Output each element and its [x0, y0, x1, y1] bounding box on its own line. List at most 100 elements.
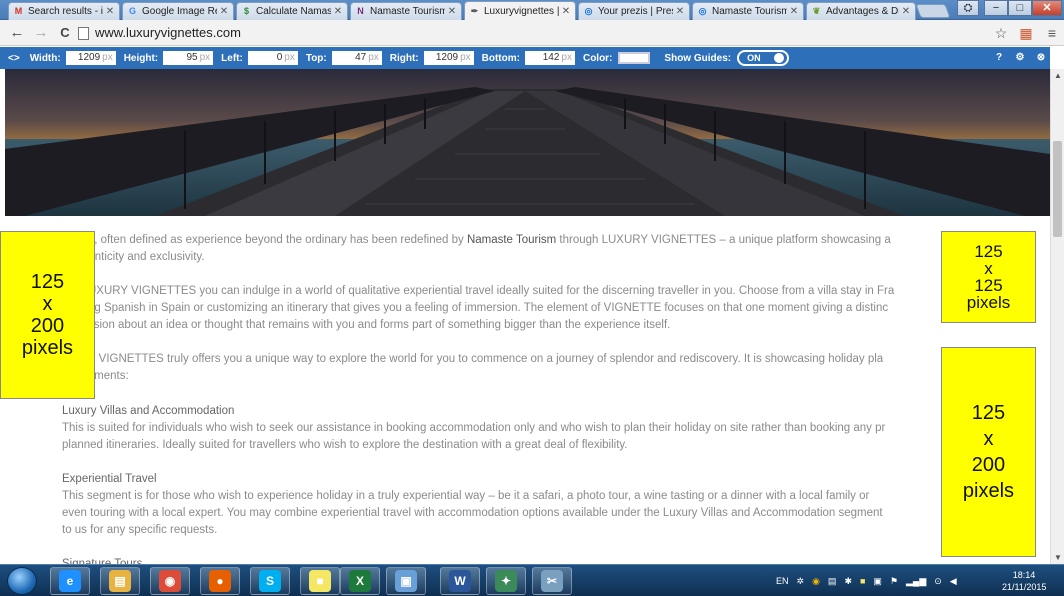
- note-line: 125: [974, 242, 1003, 261]
- system-clock[interactable]: 18:14 21/11/2015: [1002, 569, 1046, 593]
- back-button[interactable]: ←: [8, 23, 26, 43]
- width-value: 1209: [77, 52, 101, 63]
- prezi-icon: ◎: [584, 6, 593, 16]
- show-guides-switch[interactable]: ON: [737, 50, 790, 66]
- user-icon[interactable]: ⛭: [957, 0, 979, 16]
- page-viewport: Y, often defined as experience beyond th…: [0, 69, 1050, 564]
- top-field[interactable]: 47 px: [331, 51, 382, 65]
- firefox-icon: ●: [209, 570, 231, 592]
- taskbar-button-explorer-folder[interactable]: ▤: [100, 567, 140, 595]
- tab-calculate[interactable]: $ Calculate Namast ✕: [236, 2, 348, 20]
- minimize-button[interactable]: −: [984, 0, 1008, 16]
- taskbar-button-skype[interactable]: S: [250, 567, 290, 595]
- left-field[interactable]: 0 px: [247, 51, 298, 65]
- right-field[interactable]: 1209 px: [423, 51, 474, 65]
- forward-button[interactable]: →: [32, 23, 50, 43]
- close-icon[interactable]: ✕: [333, 6, 343, 17]
- google-icon: G: [128, 6, 136, 16]
- new-tab-button[interactable]: [915, 4, 951, 18]
- taskbar-button-ie[interactable]: e: [50, 567, 90, 595]
- paragraph-intro: Y, often defined as experience beyond th…: [62, 232, 952, 266]
- taskbar-button-chrome[interactable]: ◉: [150, 567, 190, 595]
- switch-state: ON: [747, 53, 761, 63]
- app-tray-icon[interactable]: ▣: [873, 576, 882, 587]
- language-indicator[interactable]: EN: [776, 576, 789, 586]
- tab-advantages[interactable]: ❦ Advantages & Di ✕: [806, 2, 916, 20]
- top-label: Top:: [305, 52, 327, 64]
- maximize-button[interactable]: □: [1008, 0, 1032, 16]
- extension-icon[interactable]: ▦: [1017, 24, 1035, 42]
- left-label: Left:: [221, 52, 243, 64]
- bottom-field[interactable]: 142 px: [524, 51, 575, 65]
- prezi-icon: ◎: [698, 6, 707, 16]
- close-icon[interactable]: ✕: [219, 6, 229, 17]
- flag-icon[interactable]: ⚑: [890, 576, 898, 587]
- note-line: pixels: [962, 480, 1015, 502]
- scroll-up-arrow-icon[interactable]: ▲: [1054, 71, 1062, 80]
- tab-namaste-1[interactable]: N Namaste Tourism ✕: [350, 2, 462, 20]
- clock-date: 21/11/2015: [1002, 582, 1047, 592]
- signal-icon[interactable]: ▂▄▆: [906, 576, 926, 587]
- unit-label: px: [284, 52, 295, 63]
- close-icon[interactable]: ✕: [105, 6, 115, 17]
- close-icon[interactable]: ✕: [561, 6, 571, 17]
- menu-icon[interactable]: ≡: [1043, 24, 1061, 42]
- help-icon[interactable]: ?: [992, 51, 1006, 65]
- taskbar-button-snipping-tool[interactable]: ✂: [532, 567, 572, 595]
- settings-icon[interactable]: ⚙: [1013, 51, 1027, 65]
- chrome-tray-icon[interactable]: ◉: [812, 576, 820, 587]
- text-line: ng Spanish in Spain or customizing an it…: [88, 302, 889, 314]
- note-line: 125: [974, 276, 1003, 295]
- paragraph-experience: UXURY VIGNETTES you can indulge in a wor…: [62, 283, 952, 334]
- close-icon[interactable]: ✕: [675, 6, 685, 17]
- brand-name: Namaste Tourism: [466, 234, 557, 246]
- taskbar-button-sticky-notes[interactable]: ■: [300, 567, 340, 595]
- tab-prezi[interactable]: ◎ Your prezis | Pres ✕: [578, 2, 690, 20]
- close-window-button[interactable]: ✕: [1032, 0, 1062, 16]
- reload-button[interactable]: C: [56, 23, 74, 43]
- taskbar-button-network-app[interactable]: ✦: [486, 567, 526, 595]
- notes-tray-icon[interactable]: ■: [860, 576, 865, 586]
- address-bar-row: ← → C www.luxuryvignettes.com ☆ ▦ ≡: [0, 20, 1064, 46]
- close-icon[interactable]: ✕: [789, 6, 799, 17]
- note-line: 125: [30, 271, 65, 293]
- star-icon[interactable]: ☆: [992, 24, 1010, 42]
- taskbar-button-word[interactable]: W: [440, 567, 480, 595]
- tab-namaste-2[interactable]: ◎ Namaste Tourism ✕: [692, 2, 804, 20]
- scroll-down-arrow-icon[interactable]: ▼: [1054, 553, 1062, 562]
- color-picker[interactable]: [618, 52, 651, 64]
- bluetooth-icon[interactable]: ✱: [844, 576, 852, 587]
- start-button[interactable]: [7, 567, 37, 595]
- close-icon[interactable]: ⊗: [1034, 51, 1048, 65]
- word-icon: W: [449, 570, 471, 592]
- network-tray-icon[interactable]: ▤: [828, 576, 837, 587]
- height-field[interactable]: 95 px: [163, 51, 214, 65]
- snipping-tool-icon: ✂: [541, 570, 563, 592]
- page-logo-icon: ✒: [470, 5, 479, 16]
- close-icon[interactable]: ✕: [447, 6, 457, 17]
- taskbar-button-window-app[interactable]: ▣: [386, 567, 426, 595]
- size-note-right-bottom: 125 x 200 pixels: [941, 347, 1036, 557]
- unit-label: px: [561, 52, 572, 63]
- scroll-thumb[interactable]: [1053, 141, 1062, 237]
- section-body-experiential: This segment is for those who wish to ex…: [62, 488, 952, 539]
- taskbar-button-firefox[interactable]: ●: [200, 567, 240, 595]
- section-heading-villas: Luxury Villas and Accommodation: [62, 405, 235, 417]
- volume-icon[interactable]: ◀: [950, 576, 957, 587]
- width-field[interactable]: 1209 px: [65, 51, 116, 65]
- url-field[interactable]: www.luxuryvignettes.com: [78, 23, 978, 43]
- excel-icon: X: [349, 570, 371, 592]
- text-line: ssion about an idea or thought that rema…: [88, 319, 671, 331]
- browser-screen: { "tabs": [ {"label": "Search results - …: [0, 0, 1064, 596]
- tab-luxuryvignettes[interactable]: ✒ Luxuryvignettes | ✕: [464, 1, 576, 20]
- code-toggle-icon[interactable]: <>: [8, 53, 20, 64]
- page-scrollbar[interactable]: ▲ ▼: [1050, 69, 1064, 564]
- sync-icon[interactable]: ⊙: [934, 576, 942, 587]
- close-icon[interactable]: ✕: [901, 6, 911, 17]
- tab-google-image[interactable]: G Google Image Re ✕: [122, 2, 234, 20]
- taskbar-button-excel[interactable]: X: [340, 567, 380, 595]
- leaf-icon: ❦: [812, 6, 821, 16]
- tab-gmail[interactable]: M Search results - in ✕: [8, 2, 120, 20]
- tab-label: Your prezis | Pres: [598, 6, 673, 17]
- tray-app-icon[interactable]: ✲: [797, 576, 805, 587]
